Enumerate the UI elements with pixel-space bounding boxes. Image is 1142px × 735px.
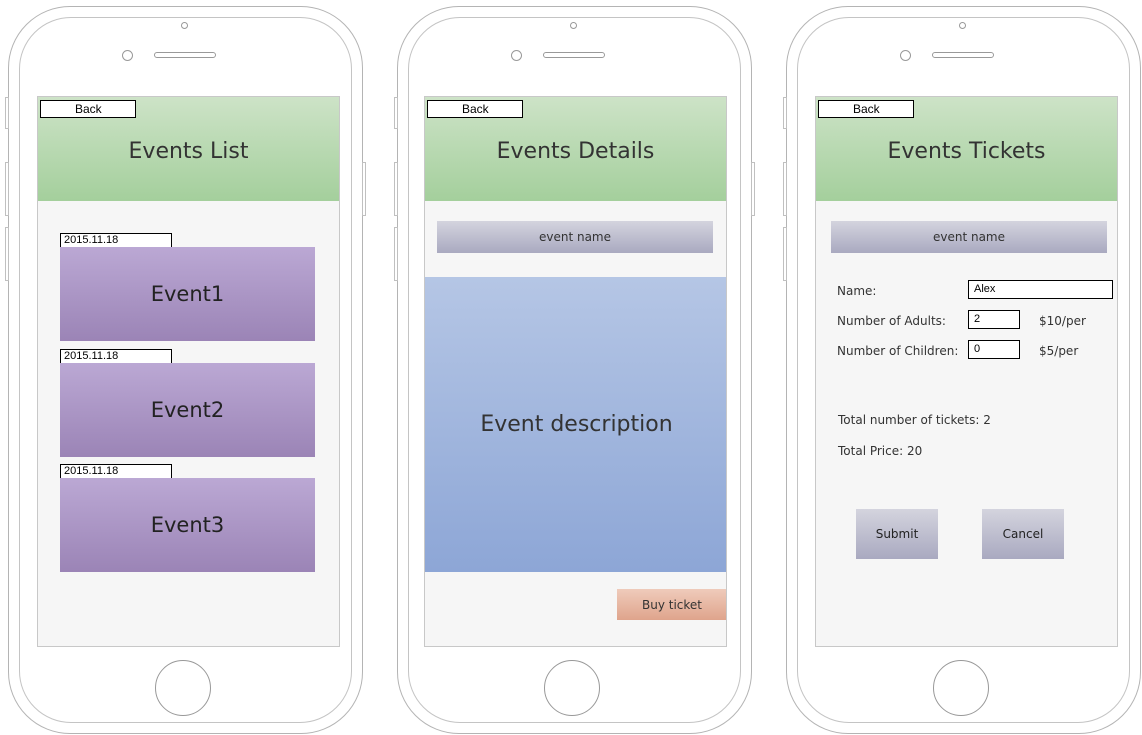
children-label: Number of Children: [837, 344, 959, 358]
side-button [751, 162, 755, 216]
children-price: $5/per [1039, 344, 1079, 358]
home-button[interactable] [155, 660, 211, 716]
event-name-bar: event name [831, 221, 1107, 253]
buy-ticket-button[interactable]: Buy ticket [617, 589, 726, 620]
name-field[interactable]: Alex [968, 280, 1113, 299]
event-description: Event description [425, 277, 726, 572]
children-field[interactable]: 0 [968, 340, 1020, 359]
camera-icon [181, 22, 188, 29]
screen-events-tickets: Back Events Tickets event name Name: Ale… [815, 96, 1118, 647]
event-card[interactable]: Event2 [60, 363, 315, 457]
speaker-icon [154, 52, 216, 58]
sensor-icon [900, 50, 911, 61]
side-button [783, 97, 787, 129]
submit-button[interactable]: Submit [856, 509, 938, 559]
header: Back Events Tickets [816, 97, 1117, 201]
cancel-button[interactable]: Cancel [982, 509, 1064, 559]
side-button [394, 227, 398, 281]
name-label: Name: [837, 284, 877, 298]
sensor-icon [122, 50, 133, 61]
speaker-icon [932, 52, 994, 58]
event-date: 2015.11.18 [60, 464, 172, 479]
side-button [5, 162, 9, 216]
camera-icon [959, 22, 966, 29]
total-tickets: Total number of tickets: 2 [838, 413, 991, 427]
speaker-icon [543, 52, 605, 58]
home-button[interactable] [544, 660, 600, 716]
page-title: Events Details [496, 139, 655, 164]
adults-label: Number of Adults: [837, 314, 946, 328]
camera-icon [570, 22, 577, 29]
event-date: 2015.11.18 [60, 233, 172, 248]
side-button [394, 97, 398, 129]
page-title: Events Tickets [887, 139, 1046, 164]
phone-events-list: Back Events List 2015.11.18 Event1 2015.… [5, 6, 366, 734]
adults-field[interactable]: 2 [968, 310, 1020, 329]
screen-events-details: Back Events Details event name Event des… [424, 96, 727, 647]
screen-events-list: Back Events List 2015.11.18 Event1 2015.… [37, 96, 340, 647]
side-button [783, 227, 787, 281]
event-card[interactable]: Event1 [60, 247, 315, 341]
header: Back Events List [38, 97, 339, 201]
back-button[interactable]: Back [40, 100, 136, 118]
back-button[interactable]: Back [427, 100, 523, 118]
adults-price: $10/per [1039, 314, 1086, 328]
event-card[interactable]: Event3 [60, 478, 315, 572]
phone-events-details: Back Events Details event name Event des… [394, 6, 755, 734]
phone-events-tickets: Back Events Tickets event name Name: Ale… [783, 6, 1141, 734]
home-button[interactable] [933, 660, 989, 716]
header: Back Events Details [425, 97, 726, 201]
side-button [362, 162, 366, 216]
side-button [5, 227, 9, 281]
page-title: Events List [128, 139, 249, 164]
total-price: Total Price: 20 [838, 444, 923, 458]
sensor-icon [511, 50, 522, 61]
event-date: 2015.11.18 [60, 349, 172, 364]
side-button [394, 162, 398, 216]
back-button[interactable]: Back [818, 100, 914, 118]
side-button [783, 162, 787, 216]
side-button [5, 97, 9, 129]
event-name-bar: event name [437, 221, 713, 253]
